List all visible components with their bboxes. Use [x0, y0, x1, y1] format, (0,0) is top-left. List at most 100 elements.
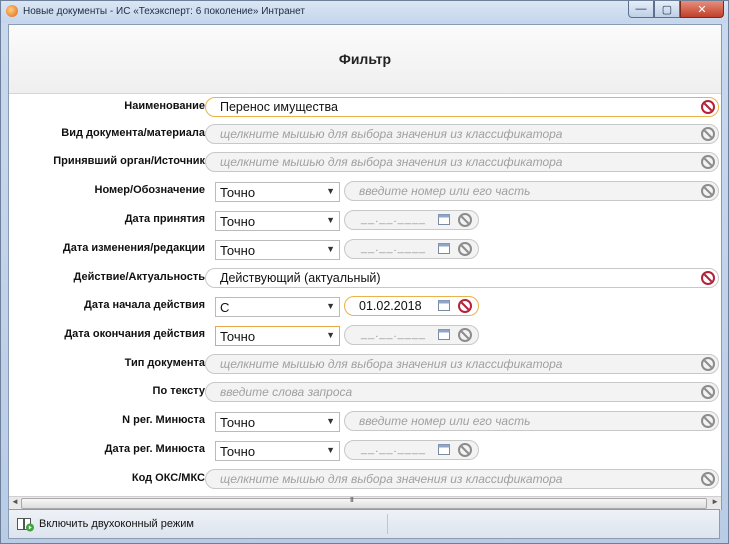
app-icon	[6, 5, 18, 17]
horizontal-scrollbar[interactable]: ◄ III ►	[9, 496, 721, 510]
field-label: Дата принятия	[124, 213, 205, 225]
row-end-date: Дата окончания действия Точно ▼ __.__.__…	[9, 323, 721, 349]
clear-icon[interactable]	[701, 385, 715, 399]
field-label: Дата рег. Минюста	[104, 443, 205, 455]
field-label: Действие/Актуальность	[73, 271, 206, 283]
date-mask: __.__.____	[361, 213, 427, 225]
maximize-button[interactable]: ▢	[654, 1, 680, 18]
clear-icon[interactable]	[701, 155, 715, 169]
dropdown-value: С	[220, 300, 230, 315]
adoption-date-input[interactable]: __.__.____	[344, 210, 479, 230]
application-window: Новые документы - ИС «Техэксперт: 6 поко…	[0, 0, 729, 544]
doc-kind-selector[interactable]: щелкните мышью для выбора значения из кл…	[205, 124, 719, 144]
clear-icon[interactable]	[701, 184, 715, 198]
field-label: Дата окончания действия	[64, 328, 205, 340]
field-label: Номер/Обозначение	[94, 184, 205, 196]
date-mask: __.__.____	[361, 328, 427, 340]
end-date-input[interactable]: __.__.____	[344, 325, 479, 345]
row-text-search: По тексту введите слова запроса	[9, 380, 721, 406]
row-number: Номер/Обозначение Точно ▼ введите номер …	[9, 179, 721, 205]
scroll-right-arrow[interactable]: ►	[711, 497, 719, 506]
row-start-date: Дата начала действия С ▼ 01.02.2018	[9, 294, 721, 320]
dual-window-toggle[interactable]: Включить двухоконный режим	[39, 518, 194, 530]
oks-code-selector[interactable]: щелкните мышью для выбора значения из кл…	[205, 469, 719, 489]
field-label: N рег. Минюста	[122, 414, 205, 426]
row-doc-kind: Вид документа/материала щелкните мышью д…	[9, 122, 721, 148]
field-label: Дата изменения/редакции	[62, 242, 205, 254]
input-placeholder: щелкните мышью для выбора значения из кл…	[220, 155, 563, 169]
scroll-grip: III	[350, 497, 354, 504]
chevron-down-icon: ▼	[326, 215, 335, 225]
status-selector[interactable]: Действующий (актуальный)	[205, 268, 719, 288]
minjust-number-mode-dropdown[interactable]: Точно ▼	[215, 412, 340, 432]
number-input[interactable]: введите номер или его часть	[344, 181, 719, 201]
dropdown-value: Точно	[220, 329, 256, 344]
doc-type-selector[interactable]: щелкните мышью для выбора значения из кл…	[205, 354, 719, 374]
clear-icon[interactable]	[458, 328, 472, 342]
row-oks-code: Код ОКС/МКС щелкните мышью для выбора зн…	[9, 467, 721, 493]
window-title: Новые документы - ИС «Техэксперт: 6 поко…	[23, 6, 305, 17]
revision-date-mode-dropdown[interactable]: Точно ▼	[215, 240, 340, 260]
chevron-down-icon: ▼	[326, 186, 335, 196]
filter-panel: Фильтр Наименование Перенос имущества Ви…	[8, 24, 722, 510]
row-minjust-number: N рег. Минюста Точно ▼ введите номер или…	[9, 409, 721, 435]
start-date-mode-dropdown[interactable]: С ▼	[215, 297, 340, 317]
text-search-input[interactable]: введите слова запроса	[205, 382, 719, 402]
row-status: Действие/Актуальность Действующий (актуа…	[9, 266, 721, 292]
dropdown-value: Точно	[220, 415, 256, 430]
dropdown-value: Точно	[220, 444, 256, 459]
clear-icon[interactable]	[701, 127, 715, 141]
clear-icon[interactable]	[458, 443, 472, 457]
minjust-date-mode-dropdown[interactable]: Точно ▼	[215, 441, 340, 461]
input-placeholder: введите номер или его часть	[359, 414, 531, 428]
chevron-down-icon: ▼	[326, 330, 335, 340]
calendar-icon[interactable]	[438, 214, 450, 225]
minimize-button[interactable]: —	[628, 1, 654, 18]
input-value: Перенос имущества	[220, 100, 338, 114]
field-label: Код ОКС/МКС	[131, 472, 205, 484]
chevron-down-icon: ▼	[326, 416, 335, 426]
field-label: Вид документа/материала	[61, 127, 205, 139]
start-date-input[interactable]: 01.02.2018	[344, 296, 479, 316]
filter-header: Фильтр	[9, 25, 721, 94]
close-button[interactable]: ✕	[680, 1, 724, 18]
clear-icon[interactable]	[701, 100, 715, 114]
scroll-left-arrow[interactable]: ◄	[11, 497, 19, 506]
revision-date-input[interactable]: __.__.____	[344, 239, 479, 259]
minjust-number-input[interactable]: введите номер или его часть	[344, 411, 719, 431]
clear-icon[interactable]	[458, 213, 472, 227]
chevron-down-icon: ▼	[326, 445, 335, 455]
clear-icon[interactable]	[458, 299, 472, 313]
row-doc-type: Тип документа щелкните мышью для выбора …	[9, 352, 721, 378]
clear-icon[interactable]	[701, 472, 715, 486]
issuer-selector[interactable]: щелкните мышью для выбора значения из кл…	[205, 152, 719, 172]
field-label: Тип документа	[124, 357, 205, 369]
scroll-thumb[interactable]: III	[21, 497, 707, 509]
calendar-icon[interactable]	[438, 300, 450, 311]
input-placeholder: введите номер или его часть	[359, 184, 531, 198]
status-bar: Включить двухоконный режим	[8, 509, 720, 539]
field-label: Наименование	[124, 100, 205, 112]
dual-window-icon[interactable]	[17, 518, 35, 532]
row-name: Наименование Перенос имущества	[9, 95, 721, 121]
input-placeholder: щелкните мышью для выбора значения из кл…	[220, 357, 563, 371]
calendar-icon[interactable]	[438, 243, 450, 254]
calendar-icon[interactable]	[438, 444, 450, 455]
input-placeholder: щелкните мышью для выбора значения из кл…	[220, 472, 563, 486]
end-date-mode-dropdown[interactable]: Точно ▼	[215, 326, 340, 346]
calendar-icon[interactable]	[438, 329, 450, 340]
clear-icon[interactable]	[701, 271, 715, 285]
clear-icon[interactable]	[701, 414, 715, 428]
number-mode-dropdown[interactable]: Точно ▼	[215, 182, 340, 202]
clear-icon[interactable]	[701, 357, 715, 371]
clear-icon[interactable]	[458, 242, 472, 256]
adoption-date-mode-dropdown[interactable]: Точно ▼	[215, 211, 340, 231]
title-bar[interactable]: Новые документы - ИС «Техэксперт: 6 поко…	[1, 1, 728, 23]
input-value: Действующий (актуальный)	[220, 271, 381, 285]
input-placeholder: щелкните мышью для выбора значения из кл…	[220, 127, 563, 141]
status-divider	[387, 514, 388, 534]
name-input[interactable]: Перенос имущества	[205, 97, 719, 117]
field-label: Дата начала действия	[84, 299, 205, 311]
row-issuer: Принявший орган/Источник щелкните мышью …	[9, 150, 721, 176]
minjust-date-input[interactable]: __.__.____	[344, 440, 479, 460]
